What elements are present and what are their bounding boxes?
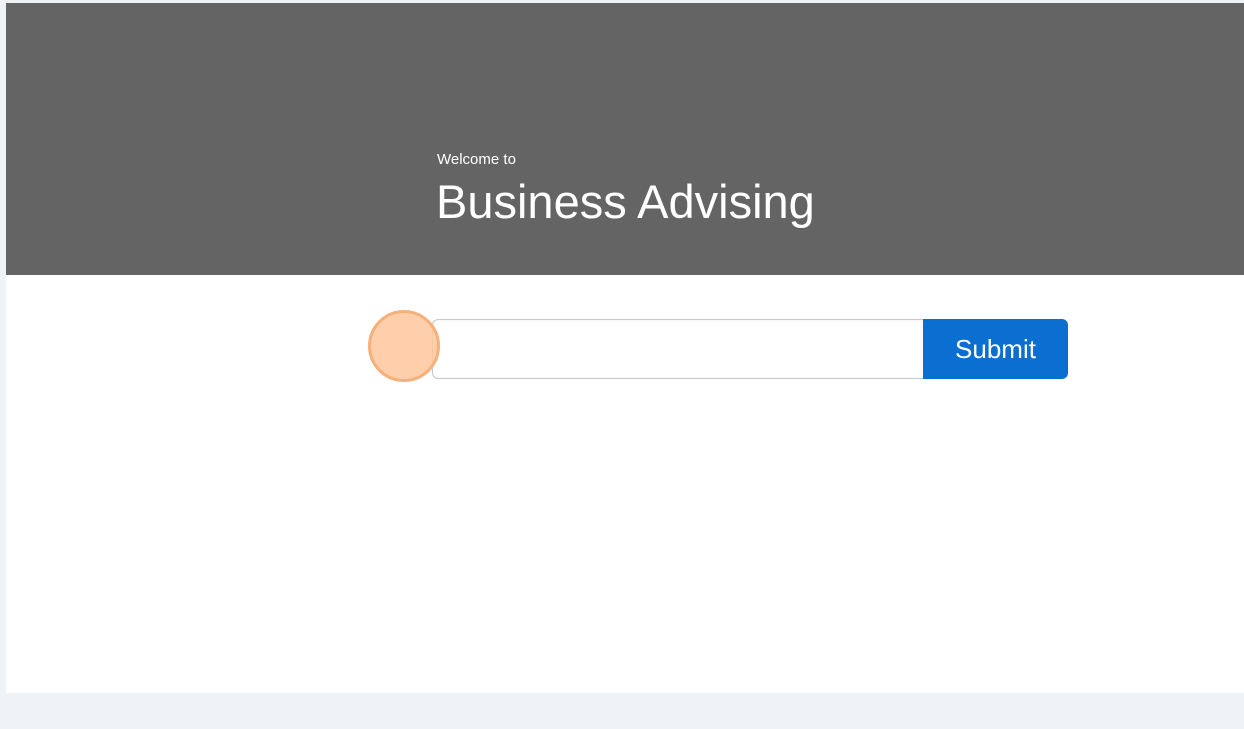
submit-button[interactable]: Submit	[923, 319, 1068, 379]
hero-banner: Welcome to Business Advising	[6, 3, 1244, 275]
page-title: Business Advising	[436, 175, 815, 228]
search-form: Submit	[432, 319, 1068, 379]
search-input[interactable]	[432, 319, 923, 379]
hero-subtitle: Welcome to	[437, 151, 516, 168]
page: Welcome to Business Advising Submit	[0, 0, 1244, 729]
